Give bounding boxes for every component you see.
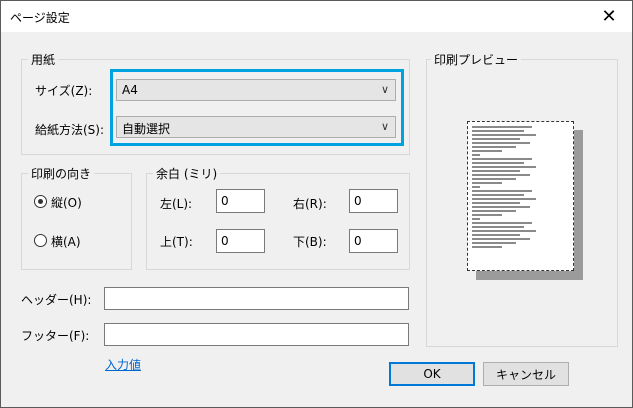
paper-group-legend: 用紙	[28, 51, 59, 68]
preview-paper	[467, 121, 574, 271]
left-margin-label: 左(L):	[160, 197, 193, 211]
top-margin-value: 0	[221, 234, 229, 248]
header-label: ヘッダー(H):	[21, 293, 92, 307]
input-values-link[interactable]: 入力値	[105, 356, 141, 373]
orientation-group-legend: 印刷の向き	[28, 165, 95, 182]
title-bar: ページ設定 ✕	[1, 1, 632, 32]
cancel-button[interactable]: キャンセル	[483, 362, 569, 386]
margins-group	[146, 173, 410, 270]
top-margin-label: 上(T):	[160, 235, 193, 249]
left-margin-input[interactable]: 0	[216, 189, 265, 213]
header-input[interactable]	[104, 287, 409, 310]
page-setup-dialog: ページ設定 ✕ 用紙 サイズ(Z): A4 ∨ 給紙方法(S): 自動選択 ∨ …	[0, 0, 633, 408]
orientation-group	[21, 173, 132, 270]
right-margin-value: 0	[354, 194, 362, 208]
margins-group-legend: 余白 (ミリ)	[153, 165, 221, 182]
footer-label: フッター(F):	[21, 329, 90, 343]
ok-button[interactable]: OK	[389, 362, 475, 386]
size-label: サイズ(Z):	[35, 84, 93, 98]
left-margin-value: 0	[221, 194, 229, 208]
right-margin-input[interactable]: 0	[349, 189, 398, 213]
portrait-label: 縦(O)	[51, 196, 82, 210]
highlight-box	[110, 69, 404, 146]
close-icon[interactable]: ✕	[586, 1, 632, 32]
window-title: ページ設定	[10, 11, 70, 25]
footer-input[interactable]	[104, 323, 409, 346]
portrait-radio[interactable]	[34, 195, 47, 208]
top-margin-input[interactable]: 0	[216, 229, 265, 253]
right-margin-label: 右(R):	[293, 197, 327, 211]
bottom-margin-input[interactable]: 0	[349, 229, 398, 253]
bottom-margin-label: 下(B):	[293, 235, 327, 249]
bottom-margin-value: 0	[354, 234, 362, 248]
landscape-label: 横(A)	[51, 235, 81, 249]
preview-group-legend: 印刷プレビュー	[431, 51, 522, 68]
landscape-radio[interactable]	[34, 234, 47, 247]
source-label: 給紙方法(S):	[35, 123, 105, 137]
